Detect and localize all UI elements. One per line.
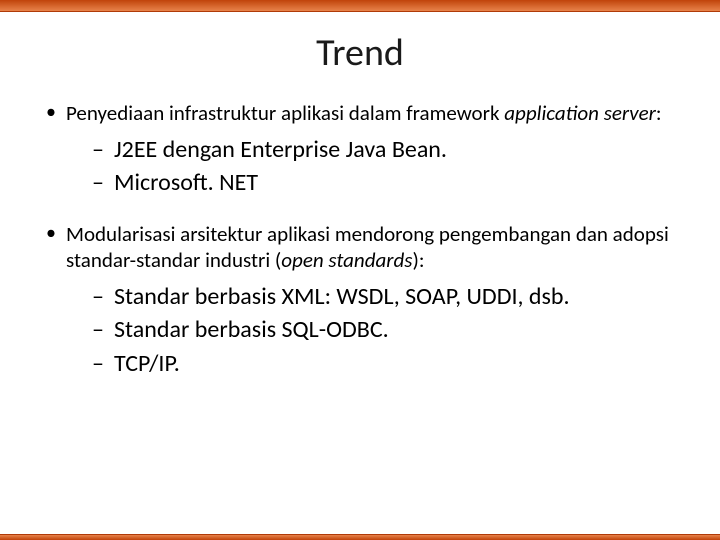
sub-list: – Standar berbasis XML: WSDL, SOAP, UDDI… (92, 281, 674, 379)
text-segment: ): (412, 247, 424, 273)
text-segment: Penyediaan infrastruktur aplikasi dalam … (66, 100, 504, 126)
list-item: – Standar berbasis SQL-ODBC. (92, 314, 674, 345)
list-item: • Penyediaan infrastruktur aplikasi dala… (46, 100, 674, 126)
slide-content: • Penyediaan infrastruktur aplikasi dala… (0, 100, 720, 379)
text-italic: application server (504, 100, 656, 126)
bottom-decoration-bar (0, 534, 720, 540)
list-item: – J2EE dengan Enterprise Java Bean. (92, 134, 674, 165)
sub-bullet-text: Standar berbasis XML: WSDL, SOAP, UDDI, … (114, 281, 674, 312)
sub-bullet-text: TCP/IP. (114, 348, 674, 379)
page-title: Trend (0, 30, 720, 76)
sub-bullet-text: J2EE dengan Enterprise Java Bean. (114, 134, 674, 165)
bullet-icon: • (46, 100, 66, 125)
dash-icon: – (92, 314, 114, 345)
bullet-text: Modularisasi arsitektur aplikasi mendoro… (66, 221, 674, 274)
top-decoration-bar (0, 0, 720, 12)
list-item: • Modularisasi arsitektur aplikasi mendo… (46, 221, 674, 274)
sub-list: – J2EE dengan Enterprise Java Bean. – Mi… (92, 134, 674, 198)
text-italic: open standards (281, 247, 412, 273)
list-item: – Microsoft. NET (92, 167, 674, 198)
text-segment: : (656, 100, 662, 126)
dash-icon: – (92, 167, 114, 198)
dash-icon: – (92, 134, 114, 165)
dash-icon: – (92, 281, 114, 312)
bullet-icon: • (46, 221, 66, 246)
list-item: – Standar berbasis XML: WSDL, SOAP, UDDI… (92, 281, 674, 312)
sub-bullet-text: Standar berbasis SQL-ODBC. (114, 314, 674, 345)
list-item: – TCP/IP. (92, 348, 674, 379)
bullet-text: Penyediaan infrastruktur aplikasi dalam … (66, 100, 674, 126)
sub-bullet-text: Microsoft. NET (114, 167, 674, 198)
dash-icon: – (92, 348, 114, 379)
